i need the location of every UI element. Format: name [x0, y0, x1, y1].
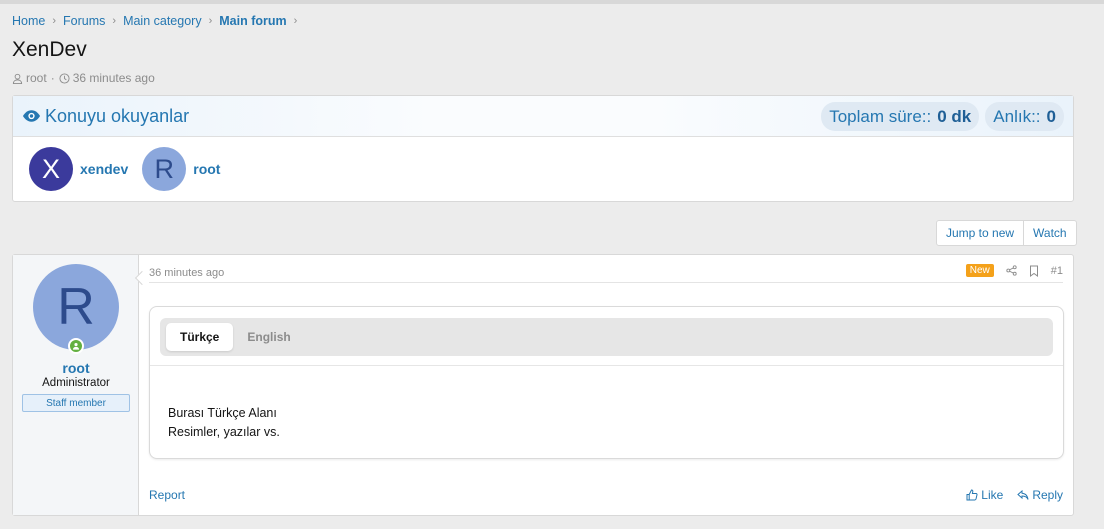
tab-english[interactable]: English — [233, 323, 304, 351]
readers-title: Konuyu okuyanlar — [22, 106, 189, 127]
reader-xendev[interactable]: X xendev — [29, 147, 128, 191]
reply-label: Reply — [1032, 488, 1063, 502]
breadcrumb-main-category[interactable]: Main category — [123, 14, 202, 28]
readers-title-text: Konuyu okuyanlar — [45, 105, 190, 126]
jump-to-new-button[interactable]: Jump to new — [937, 221, 1023, 245]
post-footer: Report Like Reply — [149, 488, 1063, 502]
breadcrumb: Home › Forums › Main category › Main for… — [12, 14, 304, 28]
reader-name[interactable]: xendev — [80, 161, 128, 177]
readers-block: Konuyu okuyanlar Toplam süre:: 0 dk Anlı… — [12, 95, 1074, 202]
tab-turkce[interactable]: Türkçe — [166, 323, 234, 351]
avatar[interactable]: X — [29, 147, 73, 191]
post-tools: New #1 — [965, 264, 1063, 277]
post-user-cell: R root Administrator Staff member — [13, 255, 139, 515]
user-icon — [72, 342, 80, 350]
breadcrumb-home[interactable]: Home — [12, 14, 45, 28]
post-date[interactable]: 36 minutes ago — [149, 267, 224, 279]
clock-icon — [59, 72, 70, 84]
user-icon — [12, 73, 23, 84]
post: R root Administrator Staff member 36 min… — [12, 254, 1074, 516]
thread-meta: root · 36 minutes ago — [12, 71, 155, 85]
instant-value: 0 — [1046, 106, 1056, 126]
bookmark-icon[interactable] — [1029, 265, 1039, 277]
avatar[interactable]: R — [142, 147, 187, 191]
readers-header: Konuyu okuyanlar Toplam süre:: 0 dk Anlı… — [13, 96, 1073, 137]
reader-root[interactable]: R root — [142, 147, 220, 191]
breadcrumb-forums[interactable]: Forums — [63, 14, 105, 28]
meta-separator: · — [50, 71, 55, 85]
tab-bar: Türkçe English — [160, 318, 1053, 356]
thumbs-up-icon — [966, 489, 978, 501]
readers-stats: Toplam süre:: 0 dk Anlık:: 0 — [821, 102, 1064, 131]
tab-content: Burası Türkçe Alanı Resimler, yazılar vs… — [168, 404, 280, 442]
post-main: 36 minutes ago New #1 Türkçe English Bur… — [140, 255, 1073, 515]
reader-name[interactable]: root — [193, 161, 220, 177]
watch-button[interactable]: Watch — [1023, 221, 1076, 245]
readers-list: X xendev R root — [13, 137, 1073, 201]
content-line: Burası Türkçe Alanı — [168, 406, 277, 420]
chevron-right-icon: › — [112, 15, 117, 27]
post-user-name[interactable]: root — [13, 360, 139, 376]
like-label: Like — [981, 488, 1004, 502]
page-title: XenDev — [12, 38, 87, 61]
top-border — [0, 0, 1104, 4]
like-button[interactable]: Like — [966, 488, 1003, 502]
breadcrumb-main-forum[interactable]: Main forum — [219, 14, 286, 28]
language-tabs-box: Türkçe English Burası Türkçe Alanı Resim… — [149, 306, 1064, 459]
chevron-right-icon: › — [293, 15, 298, 27]
total-time-value: 0 dk — [937, 106, 972, 126]
chevron-right-icon: › — [208, 15, 213, 27]
staff-banner: Staff member — [22, 394, 130, 412]
thread-time[interactable]: 36 minutes ago — [73, 71, 155, 85]
reply-button[interactable]: Reply — [1017, 488, 1063, 502]
new-badge: New — [965, 264, 994, 277]
instant-pill: Anlık:: 0 — [985, 102, 1064, 131]
thread-actions: Jump to new Watch — [936, 220, 1077, 246]
chevron-right-icon: › — [52, 15, 57, 27]
report-link[interactable]: Report — [149, 488, 185, 502]
content-line: Resimler, yazılar vs. — [168, 425, 280, 439]
online-indicator-icon — [68, 338, 84, 354]
total-time-pill: Toplam süre:: 0 dk — [821, 102, 980, 131]
eye-icon — [22, 110, 41, 122]
thread-author[interactable]: root — [26, 71, 47, 85]
divider — [150, 365, 1063, 366]
reply-icon — [1017, 489, 1029, 500]
share-icon[interactable] — [1006, 265, 1017, 276]
post-header: 36 minutes ago New #1 — [149, 264, 1063, 283]
post-number[interactable]: #1 — [1051, 265, 1063, 277]
post-actions: Like Reply — [966, 488, 1063, 502]
total-time-label: Toplam süre:: — [829, 106, 932, 126]
instant-label: Anlık:: — [993, 106, 1041, 126]
post-user-title: Administrator — [42, 377, 110, 389]
